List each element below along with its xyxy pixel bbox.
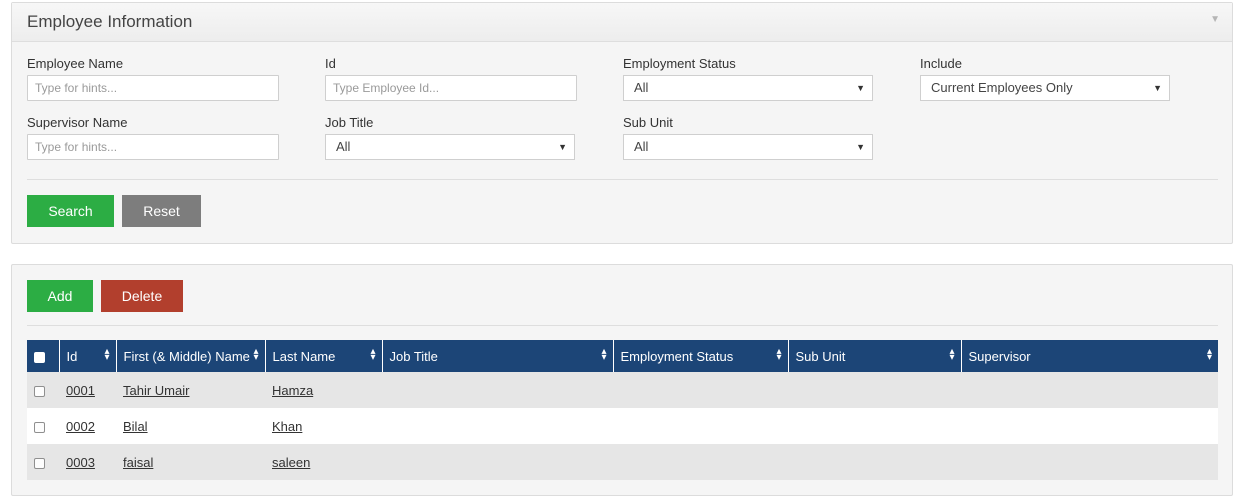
divider <box>27 325 1218 326</box>
last-name-link[interactable]: Khan <box>272 419 302 434</box>
row-checkbox[interactable] <box>34 385 45 397</box>
job-title-value: All <box>336 139 351 154</box>
column-header-label: First (& Middle) Name <box>123 348 250 364</box>
panel-header: Employee Information ▼ <box>12 3 1232 42</box>
supervisor-cell <box>961 444 1218 480</box>
select-all-header <box>27 340 59 372</box>
column-header-supervisor[interactable]: Supervisor ▴ ▾ <box>960 340 1218 372</box>
employee-id-link[interactable]: 0001 <box>66 383 95 398</box>
first-name-cell: Tahir Umair <box>116 372 265 408</box>
column-header-label: Id <box>66 348 78 364</box>
table-row: 0003 faisal saleen <box>27 444 1218 480</box>
sub-unit-cell <box>788 372 961 408</box>
collapse-triangle-icon[interactable]: ▼ <box>1210 14 1220 25</box>
column-header-label: Sub Unit <box>795 348 846 364</box>
column-header-label: Job Title <box>389 348 438 364</box>
table-header-row: Id ▴ ▾ First (& Middle) Name ▴ ▾ Last Name ▴ ▾… <box>27 340 1218 372</box>
id-label: Id <box>325 56 336 71</box>
row-checkbox[interactable] <box>34 421 45 433</box>
employee-id-link[interactable]: 0003 <box>66 455 95 470</box>
id-cell: 0001 <box>59 372 116 408</box>
employee-id-link[interactable]: 0002 <box>66 419 95 434</box>
column-header-id[interactable]: Id ▴ ▾ <box>58 340 116 372</box>
select-all-checkbox[interactable] <box>34 351 45 363</box>
column-header-employment-status[interactable]: Employment Status ▴ ▾ <box>612 340 788 372</box>
include-value: Current Employees Only <box>931 80 1073 95</box>
dropdown-caret-icon: ▼ <box>856 142 865 152</box>
column-header-sub-unit[interactable]: Sub Unit ▴ ▾ <box>787 340 961 372</box>
sort-icon: ▴ ▾ <box>104 346 110 363</box>
employment-status-cell <box>613 408 788 444</box>
employment-status-value: All <box>634 80 649 95</box>
employee-list-panel: Add Delete Id ▴ ▾ First (& Middle) Name ▴ ▾ … <box>11 264 1233 496</box>
add-button[interactable]: Add <box>27 280 93 312</box>
row-checkbox[interactable] <box>34 457 45 469</box>
column-header-job-title[interactable]: Job Title ▴ ▾ <box>381 340 613 372</box>
sort-icon: ▴ ▾ <box>253 346 259 363</box>
employee-name-input[interactable] <box>27 75 279 101</box>
employee-name-label: Employee Name <box>27 56 124 71</box>
reset-button[interactable]: Reset <box>122 195 201 227</box>
sort-icon: ▴ ▾ <box>1206 346 1212 363</box>
job-title-label: Job Title <box>325 115 374 130</box>
sub-unit-label: Sub Unit <box>623 115 673 130</box>
row-select-cell <box>27 444 59 480</box>
row-select-cell <box>27 372 59 408</box>
supervisor-cell <box>961 408 1218 444</box>
column-header-last-name[interactable]: Last Name ▴ ▾ <box>264 340 382 372</box>
column-header-label: Last Name <box>272 348 336 364</box>
divider <box>27 179 1218 180</box>
job-title-cell <box>382 372 613 408</box>
sub-unit-cell <box>788 408 961 444</box>
search-button[interactable]: Search <box>27 195 114 227</box>
sort-icon: ▴ ▾ <box>601 346 607 363</box>
dropdown-caret-icon: ▼ <box>558 142 567 152</box>
employment-status-cell <box>613 444 788 480</box>
sub-unit-select[interactable]: All ▼ <box>623 134 873 160</box>
supervisor-name-label: Supervisor Name <box>27 115 128 130</box>
first-name-cell: Bilal <box>116 408 265 444</box>
column-header-first-name[interactable]: First (& Middle) Name ▴ ▾ <box>115 340 265 372</box>
job-title-select[interactable]: All ▼ <box>325 134 575 160</box>
last-name-cell: Hamza <box>265 372 382 408</box>
last-name-cell: saleen <box>265 444 382 480</box>
sort-icon: ▴ ▾ <box>370 346 376 363</box>
id-cell: 0003 <box>59 444 116 480</box>
supervisor-cell <box>961 372 1218 408</box>
dropdown-caret-icon: ▼ <box>856 83 865 93</box>
column-header-label: Supervisor <box>968 348 1031 364</box>
table-row: 0002 Bilal Khan <box>27 408 1218 444</box>
include-select[interactable]: Current Employees Only ▼ <box>920 75 1170 101</box>
panel-title: Employee Information <box>27 12 193 31</box>
first-name-link[interactable]: Bilal <box>123 419 148 434</box>
first-name-link[interactable]: Tahir Umair <box>123 383 189 398</box>
row-select-cell <box>27 408 59 444</box>
sort-icon: ▴ ▾ <box>776 346 782 363</box>
last-name-link[interactable]: saleen <box>272 455 310 470</box>
sort-icon: ▴ ▾ <box>949 346 955 363</box>
job-title-cell <box>382 444 613 480</box>
column-header-label: Employment Status <box>620 348 734 364</box>
employment-status-label: Employment Status <box>623 56 736 71</box>
delete-button[interactable]: Delete <box>101 280 183 312</box>
first-name-cell: faisal <box>116 444 265 480</box>
employee-search-panel: Employee Information ▼ Employee Name Id … <box>11 2 1233 244</box>
dropdown-caret-icon: ▼ <box>1153 83 1162 93</box>
table-row: 0001 Tahir Umair Hamza <box>27 372 1218 408</box>
employee-table: Id ▴ ▾ First (& Middle) Name ▴ ▾ Last Name ▴ ▾… <box>27 340 1218 480</box>
employment-status-select[interactable]: All ▼ <box>623 75 873 101</box>
last-name-link[interactable]: Hamza <box>272 383 313 398</box>
id-cell: 0002 <box>59 408 116 444</box>
include-label: Include <box>920 56 962 71</box>
sub-unit-value: All <box>634 139 649 154</box>
employment-status-cell <box>613 372 788 408</box>
first-name-link[interactable]: faisal <box>123 455 153 470</box>
last-name-cell: Khan <box>265 408 382 444</box>
employee-id-input[interactable] <box>325 75 577 101</box>
job-title-cell <box>382 408 613 444</box>
sub-unit-cell <box>788 444 961 480</box>
supervisor-name-input[interactable] <box>27 134 279 160</box>
